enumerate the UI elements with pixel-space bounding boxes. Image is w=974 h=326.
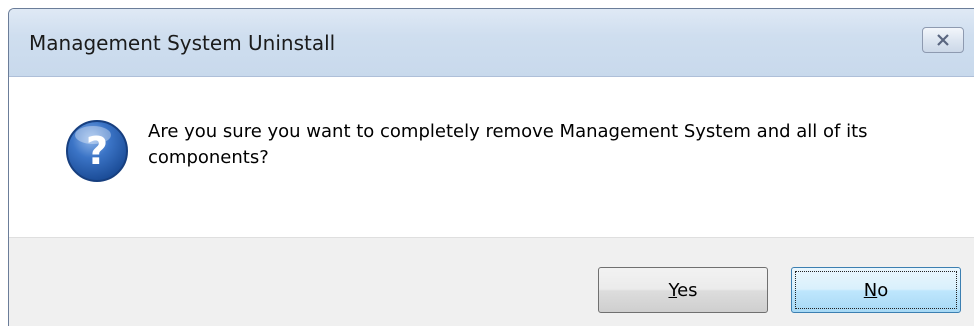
no-button[interactable]: No xyxy=(791,267,961,313)
close-icon xyxy=(937,34,949,46)
button-bar: Yes No xyxy=(9,237,974,326)
dialog-content: ? Are you sure you want to completely re… xyxy=(9,77,974,237)
confirmation-message: Are you sure you want to completely remo… xyxy=(148,121,868,168)
svg-text:?: ? xyxy=(86,129,108,173)
dialog-title: Management System Uninstall xyxy=(29,31,336,55)
no-button-label: No xyxy=(863,279,889,301)
yes-button-label: Yes xyxy=(668,279,698,301)
question-icon: ? xyxy=(66,120,128,182)
title-bar[interactable]: Management System Uninstall xyxy=(9,9,974,77)
uninstall-dialog: Management System Uninstall ? Are you su… xyxy=(8,8,974,326)
close-button[interactable] xyxy=(922,27,964,53)
yes-button[interactable]: Yes xyxy=(598,267,768,313)
